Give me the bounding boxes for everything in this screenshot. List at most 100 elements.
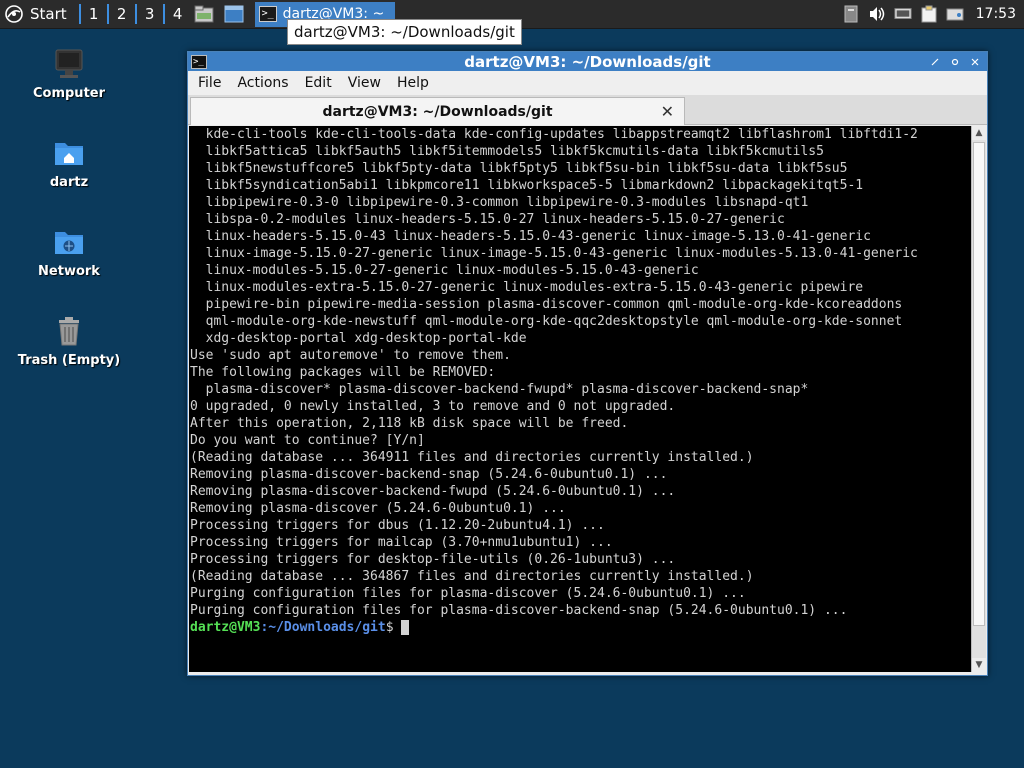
- terminal-line: linux-image-5.15.0-27-generic linux-imag…: [190, 246, 918, 261]
- trash-icon: [59, 317, 79, 346]
- terminal-line: Removing plasma-discover-backend-fwupd (…: [190, 484, 676, 499]
- prompt-line: dartz@VM3:~/Downloads/git$: [190, 619, 986, 636]
- close-button[interactable]: [967, 54, 983, 70]
- separator: [162, 4, 165, 24]
- tab-title: dartz@VM3: ~/Downloads/git: [322, 103, 553, 120]
- desktop-icon-trash[interactable]: Trash (Empty): [14, 313, 124, 368]
- desktop-icon-label: Computer: [32, 86, 106, 101]
- terminal-line: 0 upgraded, 0 newly installed, 3 to remo…: [190, 399, 676, 414]
- start-menu-button[interactable]: Start: [0, 0, 77, 28]
- drive-icon: [946, 8, 964, 21]
- menu-file[interactable]: File: [190, 73, 229, 93]
- scrollbar-thumb[interactable]: [973, 142, 985, 626]
- close-icon: ✕: [660, 102, 674, 121]
- menu-help[interactable]: Help: [389, 73, 437, 93]
- terminal-icon[interactable]: >_: [191, 54, 207, 69]
- menu-bar: File Actions Edit View Help: [188, 71, 987, 95]
- file-manager-launcher[interactable]: [193, 3, 215, 25]
- terminal-line: plasma-discover* plasma-discover-backend…: [190, 382, 809, 397]
- workspace-2-button[interactable]: 2: [111, 2, 133, 26]
- clock[interactable]: 17:53: [976, 6, 1016, 22]
- terminal-tab[interactable]: dartz@VM3: ~/Downloads/git ✕: [190, 97, 685, 125]
- file-manager-icon: [194, 5, 214, 23]
- menu-actions[interactable]: Actions: [229, 73, 296, 93]
- terminal-line: (Reading database ... 364911 files and d…: [190, 450, 754, 465]
- terminal-line: Processing triggers for dbus (1.12.20-2u…: [190, 518, 605, 533]
- arrow-down-icon: ▼: [975, 660, 983, 670]
- terminal-line: linux-headers-5.15.0-43 linux-headers-5.…: [190, 229, 871, 244]
- desktop-icon-computer[interactable]: Computer: [14, 46, 124, 101]
- terminal-line: Do you want to continue? [Y/n]: [190, 433, 425, 448]
- desktop-icon-label: Trash (Empty): [17, 353, 121, 368]
- minimize-icon: [931, 58, 939, 65]
- terminal-lines: kde-cli-tools kde-cli-tools-data kde-con…: [190, 126, 986, 619]
- home-folder-icon: [55, 143, 83, 165]
- window-title: dartz@VM3: ~/Downloads/git: [464, 52, 711, 71]
- desktop-icon-label: dartz: [49, 175, 89, 190]
- terminal-line: (Reading database ... 364867 files and d…: [190, 569, 754, 584]
- scroll-up-button[interactable]: ▲: [972, 126, 986, 140]
- arrow-up-icon: ▲: [975, 128, 983, 138]
- network-button[interactable]: [894, 5, 912, 23]
- show-desktop-button[interactable]: [223, 3, 245, 25]
- tab-close-button[interactable]: ✕: [661, 102, 674, 121]
- prompt-path: ~/Downloads/git: [268, 620, 386, 635]
- prompt-user-host: dartz@VM3: [190, 620, 261, 635]
- window-titlebar[interactable]: >_ dartz@VM3: ~/Downloads/git: [188, 52, 987, 71]
- network-folder-icon: [55, 232, 83, 254]
- scroll-down-button[interactable]: ▼: [972, 658, 986, 672]
- desktop-icon-label: Network: [38, 264, 100, 279]
- menu-view[interactable]: View: [340, 73, 389, 93]
- terminal-line: Processing triggers for mailcap (3.70+nm…: [190, 535, 613, 550]
- menu-edit[interactable]: Edit: [297, 73, 340, 93]
- vertical-scrollbar[interactable]: ▲ ▼: [971, 126, 986, 672]
- text-cursor: [401, 620, 410, 635]
- workspace-4-button[interactable]: 4: [167, 2, 189, 26]
- terminal-icon: >_: [258, 6, 277, 22]
- tab-bar: dartz@VM3: ~/Downloads/git ✕: [188, 95, 987, 125]
- terminal-line: kde-cli-tools kde-cli-tools-data kde-con…: [190, 127, 918, 142]
- terminal-line: pipewire-bin pipewire-media-session plas…: [190, 297, 903, 312]
- terminal-line: libpipewire-0.3-0 libpipewire-0.3-common…: [190, 195, 809, 210]
- clipboard-button[interactable]: [920, 5, 938, 23]
- desktop-icon: [224, 5, 244, 23]
- terminal-line: The following packages will be REMOVED:: [190, 365, 496, 380]
- clipboard-icon: [921, 5, 937, 23]
- removable-media-button[interactable]: [946, 5, 964, 23]
- terminal-line: Purging configuration files for plasma-d…: [190, 603, 848, 618]
- start-label: Start: [30, 5, 67, 23]
- terminal-window[interactable]: >_ dartz@VM3: ~/Downloads/git File Actio…: [187, 51, 988, 676]
- terminal-line: xdg-desktop-portal xdg-desktop-portal-kd…: [190, 331, 527, 346]
- maximize-button[interactable]: [947, 54, 963, 70]
- lubuntu-logo-icon: [5, 5, 23, 23]
- workspace-1-button[interactable]: 1: [83, 2, 105, 26]
- system-tray: 17:53: [842, 5, 1024, 23]
- terminal-line: linux-modules-5.15.0-27-generic linux-mo…: [190, 263, 699, 278]
- update-notifier-button[interactable]: [842, 5, 860, 23]
- terminal-line: libkf5attica5 libkf5auth5 libkf5itemmode…: [190, 144, 824, 159]
- terminal-line: Purging configuration files for plasma-d…: [190, 586, 746, 601]
- computer-icon: [55, 49, 83, 78]
- terminal-line: libspa-0.2-modules linux-headers-5.15.0-…: [190, 212, 785, 227]
- speaker-icon: [869, 7, 884, 21]
- network-icon: [894, 8, 912, 19]
- desktop-icon-home[interactable]: dartz: [14, 135, 124, 190]
- close-icon: [971, 58, 979, 65]
- minimize-button[interactable]: [927, 54, 943, 70]
- prompt-symbol: $: [385, 620, 402, 635]
- terminal-line: Processing triggers for desktop-file-uti…: [190, 552, 676, 567]
- separator: [78, 4, 81, 24]
- terminal-line: Removing plasma-discover-backend-snap (5…: [190, 467, 668, 482]
- terminal-line: Use 'sudo apt autoremove' to remove them…: [190, 348, 511, 363]
- terminal-output[interactable]: kde-cli-tools kde-cli-tools-data kde-con…: [189, 126, 986, 672]
- separator: [106, 4, 109, 24]
- terminal-line: Removing plasma-discover (5.24.6-0ubuntu…: [190, 501, 566, 516]
- taskbar-tooltip: dartz@VM3: ~/Downloads/git: [287, 19, 522, 45]
- workspace-3-button[interactable]: 3: [139, 2, 161, 26]
- desktop-icon-network[interactable]: Network: [14, 224, 124, 279]
- terminal-line: libkf5syndication5abi1 libkpmcore11 libk…: [190, 178, 864, 193]
- terminal-line: After this operation, 2,118 kB disk spac…: [190, 416, 629, 431]
- terminal-line: libkf5newstuffcore5 libkf5pty-data libkf…: [190, 161, 848, 176]
- package-icon: [844, 5, 858, 23]
- volume-button[interactable]: [868, 5, 886, 23]
